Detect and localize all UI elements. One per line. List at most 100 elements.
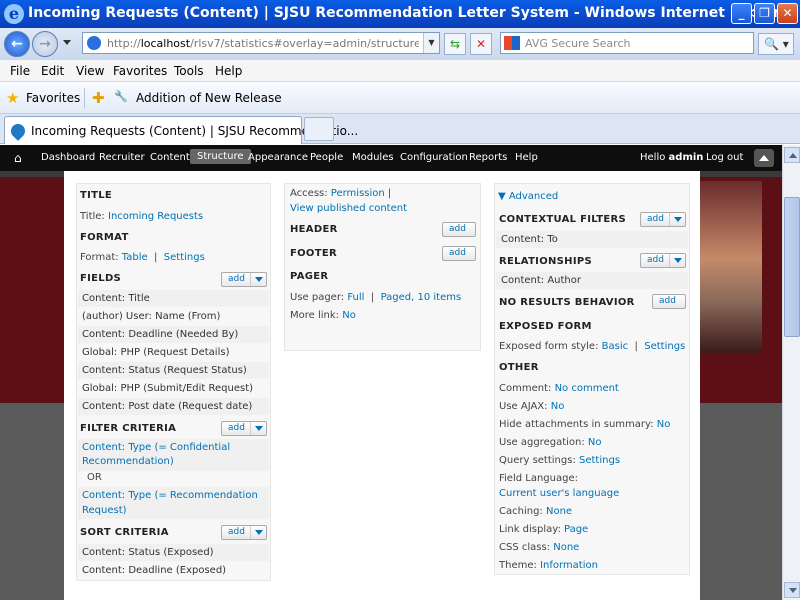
menu-help[interactable]: Help: [215, 64, 242, 78]
sort-add-button[interactable]: add: [221, 525, 267, 540]
other-aggregation-link[interactable]: No: [588, 437, 602, 448]
header-add-button[interactable]: add: [442, 222, 476, 237]
toolbar-content[interactable]: Content: [150, 152, 190, 163]
access-permission-link[interactable]: Permission: [331, 188, 385, 199]
filter-add-button[interactable]: add: [221, 421, 267, 436]
toolbar-appearance[interactable]: Appearance: [248, 152, 308, 163]
pager-items-link[interactable]: Paged, 10 items: [381, 292, 462, 303]
field-item[interactable]: Content: Title: [78, 290, 269, 307]
other-ajax-link[interactable]: No: [551, 401, 565, 412]
url-field[interactable]: http://localhost/rlsv7/statistics#overla…: [82, 32, 440, 54]
format-table-link[interactable]: Table: [122, 252, 148, 263]
forward-button[interactable]: →: [32, 31, 58, 57]
title-label: Title:: [80, 211, 105, 222]
back-button[interactable]: ←: [4, 31, 30, 57]
other-comment-link[interactable]: No comment: [555, 383, 619, 394]
toolbar-username[interactable]: admin: [669, 152, 704, 163]
url-text: http://localhost/rlsv7/statistics#overla…: [107, 37, 419, 50]
menu-favorites[interactable]: Favorites: [113, 64, 167, 78]
minimize-button[interactable]: _: [731, 3, 752, 24]
fields-add-button[interactable]: add: [221, 272, 267, 287]
favorite-link-addition[interactable]: Addition of New Release: [136, 91, 282, 105]
favorites-star-icon: ★: [6, 89, 20, 107]
footer-add-button[interactable]: add: [442, 246, 476, 261]
recent-pages-dropdown-icon[interactable]: [63, 40, 71, 45]
toolbar-logout[interactable]: Log out: [706, 152, 743, 163]
other-css-link[interactable]: None: [553, 542, 579, 553]
advanced-toggle[interactable]: ▼ Advanced: [498, 191, 694, 202]
contextual-add-button[interactable]: add: [640, 212, 686, 227]
menu-view[interactable]: View: [76, 64, 104, 78]
other-theme-row: Theme: Information: [499, 560, 598, 571]
toolbar-recruiter[interactable]: Recruiter: [99, 152, 145, 163]
menu-tools[interactable]: Tools: [174, 64, 204, 78]
other-caching-link[interactable]: None: [546, 506, 572, 517]
toolbar-help[interactable]: Help: [515, 152, 538, 163]
sort-item[interactable]: Content: Deadline (Exposed): [78, 562, 269, 579]
title-link[interactable]: Incoming Requests: [108, 211, 203, 222]
favorites-bar: ★ Favorites ✚ 🔧 Addition of New Release: [0, 82, 800, 114]
relationships-add-button[interactable]: add: [640, 253, 686, 268]
field-item[interactable]: Global: PHP (Request Details): [78, 344, 269, 361]
pager-full-link[interactable]: Full: [347, 292, 364, 303]
search-button[interactable]: 🔍 ▾: [758, 33, 794, 55]
title-section-heading: TITLE: [80, 190, 113, 201]
menu-file[interactable]: File: [10, 64, 30, 78]
add-favorite-icon[interactable]: ✚: [92, 89, 105, 107]
other-language-link[interactable]: Current user's language: [499, 488, 619, 499]
toolbar-reports[interactable]: Reports: [469, 152, 507, 163]
field-item[interactable]: Content: Deadline (Needed By): [78, 326, 269, 343]
filter-item-cont[interactable]: Recommendation): [82, 456, 277, 467]
toolbar-modules[interactable]: Modules: [352, 152, 394, 163]
contextual-item[interactable]: Content: To: [496, 231, 688, 248]
toolbar-people[interactable]: People: [310, 152, 343, 163]
exposed-basic-link[interactable]: Basic: [602, 341, 628, 352]
other-caching-row: Caching: None: [499, 506, 573, 517]
filter-item-cont[interactable]: Request): [82, 505, 277, 516]
chevron-down-icon[interactable]: [669, 254, 685, 267]
page-viewport: ⌂ Dashboard Recruiter Content Structure …: [0, 145, 782, 600]
field-item[interactable]: Global: PHP (Submit/Edit Request): [78, 380, 269, 397]
chevron-down-icon[interactable]: [250, 422, 266, 435]
favorites-button[interactable]: Favorites: [26, 91, 80, 105]
sort-item[interactable]: Content: Status (Exposed): [78, 544, 269, 561]
chevron-down-icon[interactable]: [250, 526, 266, 539]
other-query-link[interactable]: Settings: [579, 455, 620, 466]
filter-item[interactable]: Content: Type (= Confidential: [82, 442, 277, 453]
relationships-item[interactable]: Content: Author: [496, 272, 688, 289]
search-field[interactable]: AVG Secure Search: [500, 32, 754, 54]
noresults-add-button[interactable]: add: [652, 294, 686, 309]
field-item[interactable]: Content: Post date (Request date): [78, 398, 269, 415]
other-attachments-row: Hide attachments in summary: No: [499, 419, 671, 430]
other-link-display-link[interactable]: Page: [564, 524, 588, 535]
other-language-row: Field Language:: [499, 473, 578, 484]
filter-item[interactable]: Content: Type (= Recommendation: [82, 490, 277, 501]
other-attachments-link[interactable]: No: [657, 419, 671, 430]
field-item[interactable]: Content: Status (Request Status): [78, 362, 269, 379]
close-button[interactable]: ✕: [777, 3, 798, 24]
scroll-thumb[interactable]: [784, 197, 800, 337]
vertical-scrollbar[interactable]: [782, 145, 800, 600]
more-link-value[interactable]: No: [342, 310, 356, 321]
access-view-published-link[interactable]: View published content: [290, 203, 487, 214]
other-theme-link[interactable]: Information: [540, 560, 598, 571]
toolbar-configuration[interactable]: Configuration: [400, 152, 468, 163]
tab-incoming-requests[interactable]: Incoming Requests (Content) | SJSU Recom…: [4, 116, 358, 144]
url-dropdown-icon[interactable]: ▼: [423, 33, 439, 53]
exposed-settings-link[interactable]: Settings: [644, 341, 685, 352]
menu-edit[interactable]: Edit: [41, 64, 64, 78]
refresh-icon[interactable]: ⇆: [444, 33, 466, 55]
restore-button[interactable]: ❐: [754, 3, 775, 24]
field-item[interactable]: (author) User: Name (From): [78, 308, 269, 325]
toolbar-dashboard[interactable]: Dashboard: [41, 152, 95, 163]
scroll-up-icon[interactable]: [784, 147, 800, 163]
chevron-down-icon[interactable]: [250, 273, 266, 286]
shortcuts-toggle-button[interactable]: [754, 149, 774, 167]
scroll-down-icon[interactable]: [784, 582, 800, 598]
stop-icon[interactable]: ✕: [470, 33, 492, 55]
chevron-down-icon[interactable]: [669, 213, 685, 226]
new-tab-button[interactable]: [304, 117, 334, 141]
toolbar-structure[interactable]: Structure: [190, 149, 251, 164]
format-settings-link[interactable]: Settings: [164, 252, 205, 263]
home-icon[interactable]: ⌂: [14, 151, 22, 165]
